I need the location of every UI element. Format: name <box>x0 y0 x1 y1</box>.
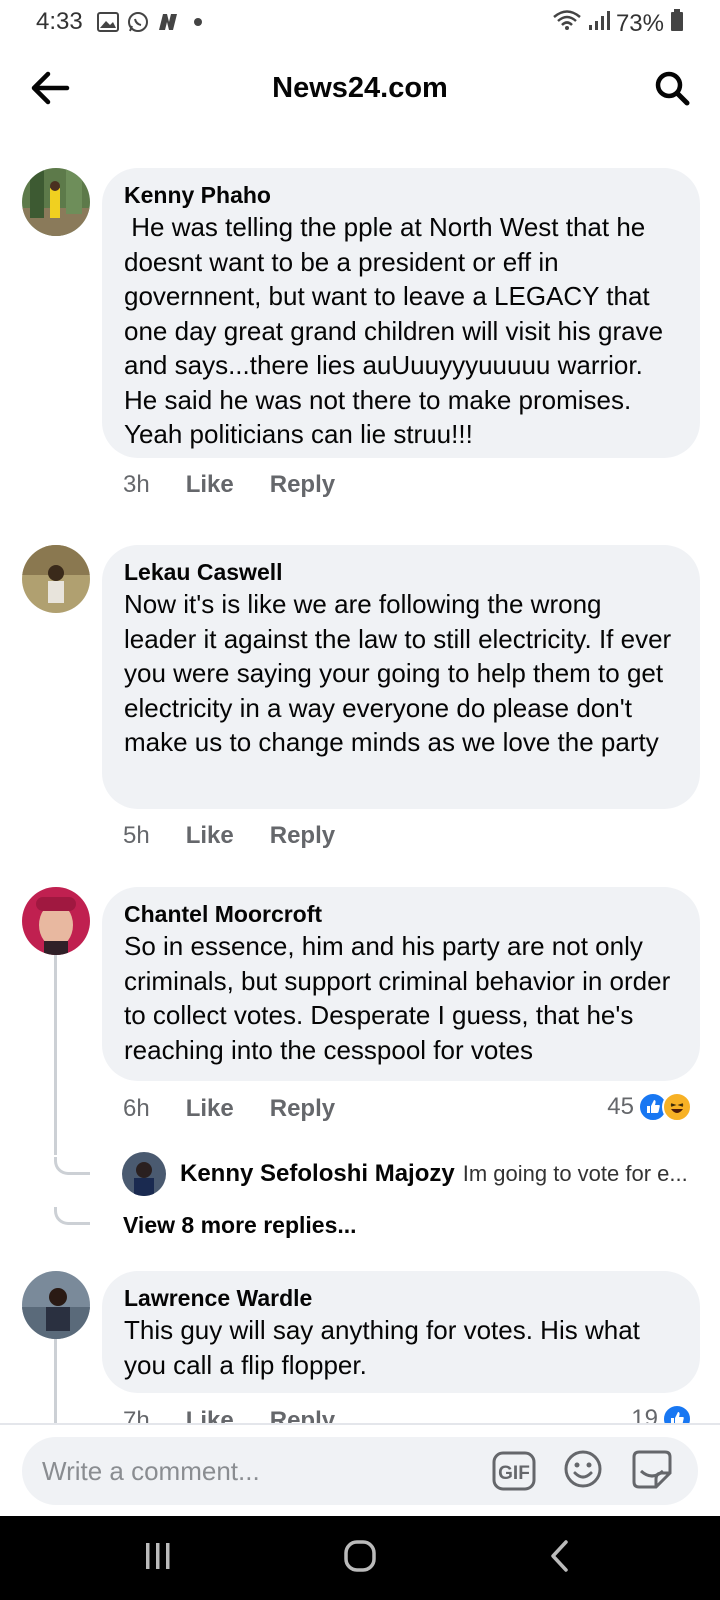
search-button[interactable] <box>648 66 696 114</box>
reply-button[interactable]: Reply <box>270 471 335 499</box>
sticker-icon <box>630 1449 674 1494</box>
reply-author[interactable]: Kenny Sefoloshi Majozy <box>180 1160 455 1188</box>
whatsapp-icon <box>126 10 150 34</box>
composer-box: GIF <box>22 1437 698 1505</box>
gallery-icon <box>96 10 120 34</box>
battery-icon <box>670 8 684 39</box>
like-button[interactable]: Like <box>186 1407 234 1423</box>
signal-icon <box>588 9 610 38</box>
reaction-count: 19 <box>631 1405 658 1423</box>
like-button[interactable]: Like <box>186 822 234 850</box>
emoji-button[interactable] <box>561 1449 605 1493</box>
comment-bubble[interactable]: Kenny Phaho He was telling the pple at N… <box>102 168 700 458</box>
avatar[interactable] <box>22 545 90 613</box>
comment-composer: GIF <box>0 1423 720 1515</box>
comment-actions: 3h Like Reply <box>123 471 335 499</box>
reply-button[interactable]: Reply <box>270 822 335 850</box>
reply-button[interactable]: Reply <box>270 1095 335 1123</box>
like-reaction-icon <box>662 1404 692 1423</box>
status-notification-icons <box>96 10 210 34</box>
back-icon <box>548 1539 572 1578</box>
gif-button[interactable]: GIF <box>492 1449 536 1493</box>
reaction-count: 45 <box>607 1093 634 1120</box>
recent-apps-button[interactable] <box>128 1538 188 1578</box>
system-back-button[interactable] <box>530 1538 590 1578</box>
n-app-icon <box>156 10 180 34</box>
reply-text: Im going to vote for e... <box>462 1161 688 1186</box>
reaction-summary[interactable]: 45 <box>607 1092 692 1122</box>
thread-connector <box>54 1207 90 1225</box>
comment-actions: 5h Like Reply <box>123 822 335 850</box>
search-icon <box>653 69 691 112</box>
battery-percent: 73% <box>615 9 664 37</box>
comment-author[interactable]: Lekau Caswell <box>124 557 680 587</box>
recent-apps-icon <box>143 1541 173 1576</box>
reaction-summary[interactable]: 19 <box>631 1404 692 1423</box>
system-nav-bar <box>0 1516 720 1600</box>
home-button[interactable] <box>330 1538 390 1578</box>
status-bar: 4:33 73% <box>0 0 720 44</box>
avatar[interactable] <box>22 887 90 955</box>
comment-bubble[interactable]: Chantel Moorcroft So in essence, him and… <box>102 887 700 1081</box>
comment-text: This guy will say anything for votes. Hi… <box>124 1315 648 1380</box>
app-header: News24.com <box>0 52 720 128</box>
comment-bubble[interactable]: Lekau Caswell Now it's is like we are fo… <box>102 545 700 809</box>
comment-actions: 7h Like Reply <box>123 1407 335 1423</box>
reply-button[interactable]: Reply <box>270 1407 335 1423</box>
haha-reaction-icon <box>662 1092 692 1122</box>
view-more-replies[interactable]: View 8 more replies... <box>123 1212 357 1239</box>
like-button[interactable]: Like <box>186 1095 234 1123</box>
comment-bubble[interactable]: Lawrence Wardle This guy will say anythi… <box>102 1271 700 1393</box>
comment-input[interactable] <box>42 1437 482 1505</box>
comment-time[interactable]: 7h <box>123 1407 150 1423</box>
reply-preview[interactable]: Kenny Sefoloshi Majozy Im going to vote … <box>122 1152 702 1196</box>
comment-text: He was telling the pple at North West th… <box>124 212 671 449</box>
thread-line <box>54 955 57 1155</box>
comment: Lawrence Wardle This guy will say anythi… <box>0 1271 720 1423</box>
comment-time[interactable]: 3h <box>123 471 150 499</box>
emoji-icon <box>563 1449 603 1494</box>
comment-time[interactable]: 6h <box>123 1095 150 1123</box>
page-title: News24.com <box>272 72 448 104</box>
wifi-icon <box>552 9 582 38</box>
gif-label: GIF <box>498 1463 530 1484</box>
dot-icon <box>186 10 210 34</box>
comment-text: Now it's is like we are following the wr… <box>124 589 679 757</box>
status-system-icons: 73% <box>552 8 684 39</box>
like-button[interactable]: Like <box>186 471 234 499</box>
sticker-button[interactable] <box>630 1449 674 1493</box>
comment-author[interactable]: Kenny Phaho <box>124 180 680 210</box>
status-time: 4:33 <box>36 8 83 35</box>
reply-avatar[interactable] <box>122 1152 166 1196</box>
home-icon <box>343 1539 377 1578</box>
thread-connector <box>54 1157 90 1175</box>
comment-time[interactable]: 5h <box>123 822 150 850</box>
comment-author[interactable]: Chantel Moorcroft <box>124 899 680 929</box>
avatar[interactable] <box>22 1271 90 1339</box>
comment-text: So in essence, him and his party are not… <box>124 931 678 1065</box>
avatar[interactable] <box>22 168 90 236</box>
comment-author[interactable]: Lawrence Wardle <box>124 1283 680 1313</box>
comment-actions: 6h Like Reply <box>123 1095 335 1123</box>
